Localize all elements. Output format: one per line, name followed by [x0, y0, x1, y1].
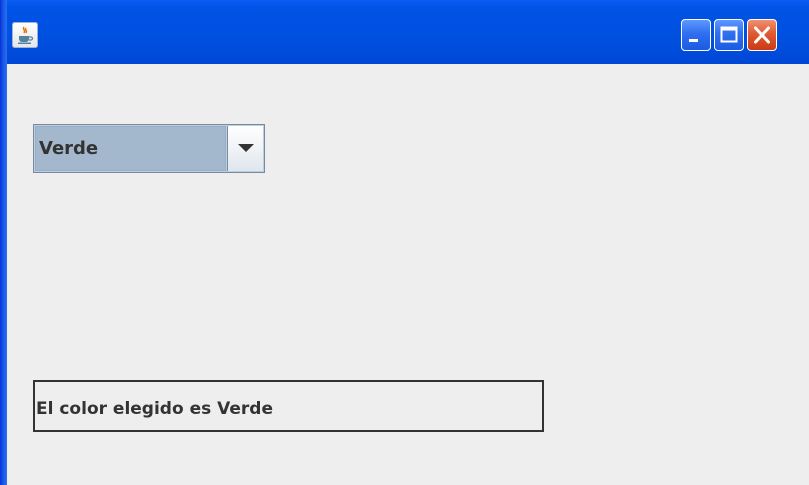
- result-label: El color elegido es Verde: [36, 399, 273, 419]
- java-cup-icon[interactable]: [12, 22, 38, 48]
- minimize-icon: [689, 39, 698, 42]
- color-combo-box[interactable]: Verde: [33, 124, 265, 173]
- close-icon: [754, 26, 770, 44]
- maximize-icon: [720, 26, 738, 43]
- close-button[interactable]: [747, 19, 777, 51]
- maximize-button[interactable]: [714, 19, 744, 51]
- title-bar[interactable]: [0, 0, 809, 64]
- minimize-button[interactable]: [681, 19, 711, 51]
- chevron-down-icon: [238, 144, 254, 152]
- app-window: Verde El color elegido es Verde: [0, 0, 809, 485]
- window-frame-left: [0, 0, 7, 485]
- combo-arrow-button[interactable]: [227, 126, 263, 171]
- result-label-box: El color elegido es Verde: [33, 380, 544, 432]
- combo-selected-value[interactable]: Verde: [35, 126, 226, 171]
